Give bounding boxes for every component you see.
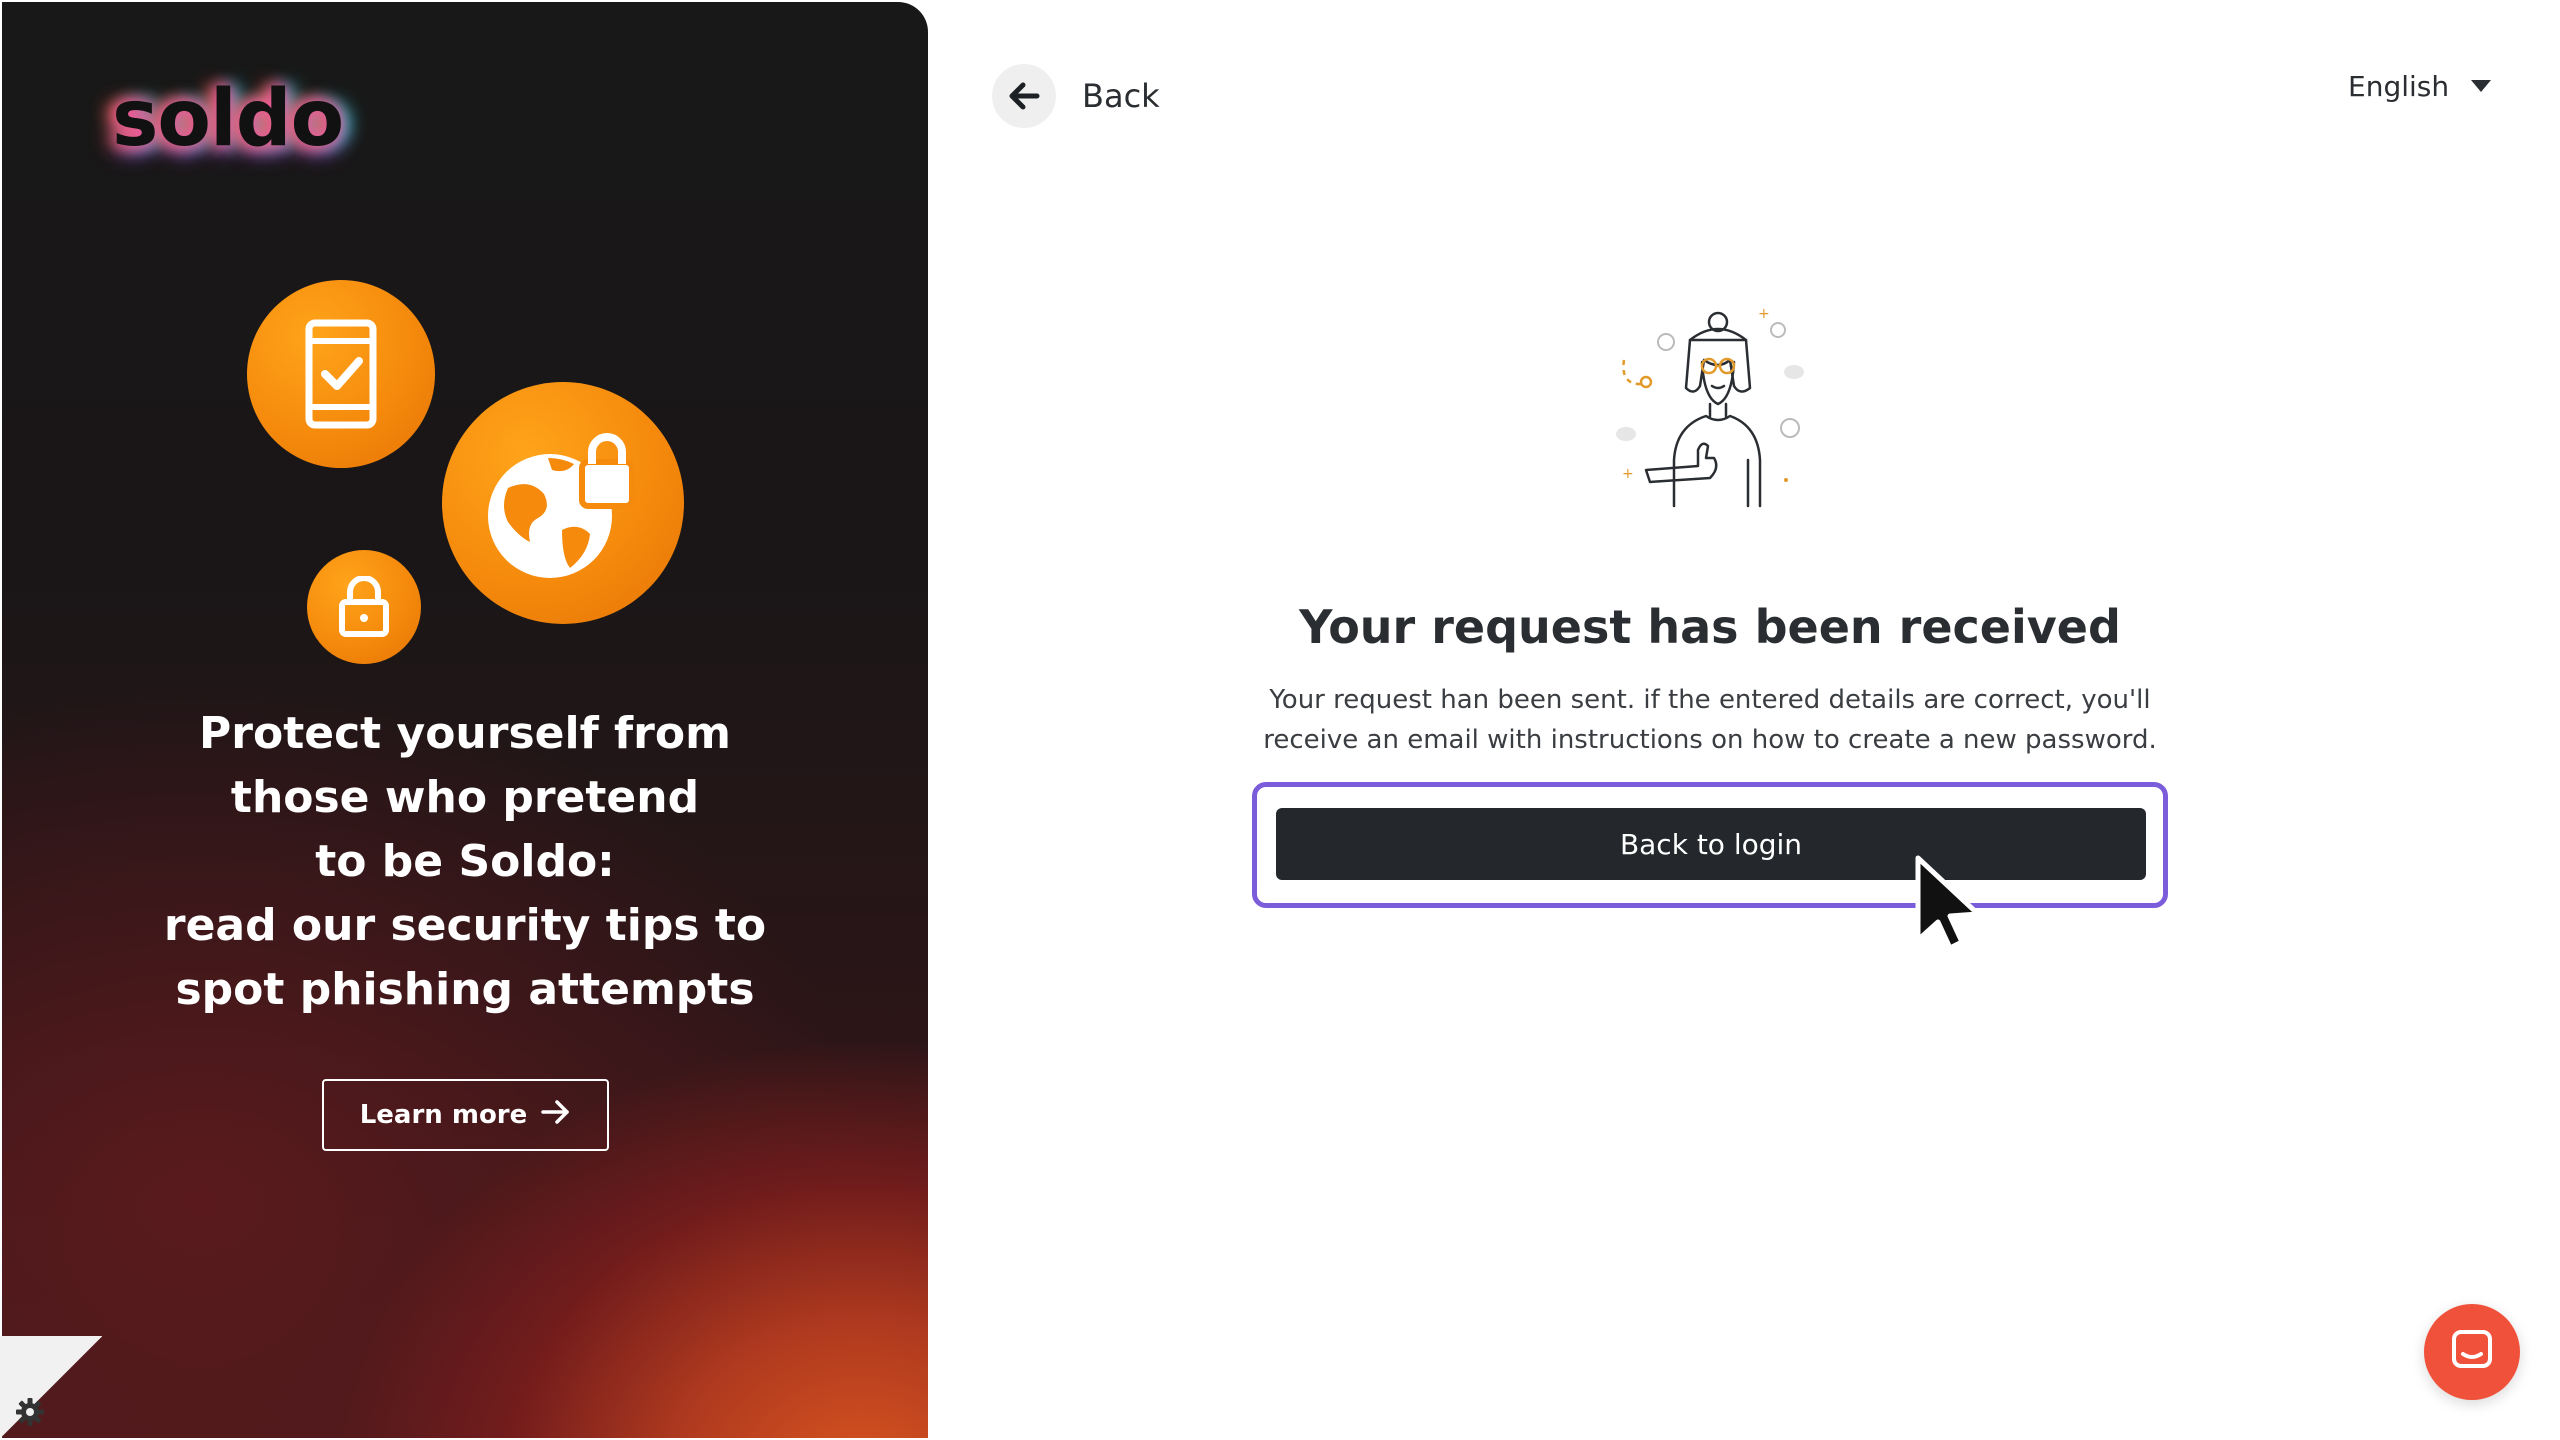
headline-line: to be Soldo: bbox=[315, 836, 615, 887]
language-select[interactable]: English bbox=[2348, 70, 2492, 103]
page-title: Your request has been received bbox=[1299, 600, 2121, 654]
arrow-right-icon bbox=[541, 1099, 571, 1132]
back-label: Back bbox=[1082, 77, 1160, 115]
chat-icon bbox=[2450, 1328, 2494, 1376]
promo-panel: soldo Protect yourself from those who pr… bbox=[2, 2, 928, 1438]
lock-icon bbox=[307, 550, 421, 664]
confirmation-description: Your request han been sent. if the enter… bbox=[1000, 680, 2420, 760]
caret-down-icon bbox=[2471, 77, 2492, 96]
phone-check-icon bbox=[247, 280, 435, 468]
back-to-login-button[interactable]: Back to login bbox=[1276, 808, 2146, 880]
headline-line: Protect yourself from bbox=[199, 708, 731, 759]
svg-text:+: + bbox=[1622, 466, 1634, 482]
arrow-left-icon bbox=[992, 64, 1056, 128]
language-selected: English bbox=[2348, 70, 2450, 103]
security-tips-headline: Protect yourself from those who pretend … bbox=[2, 702, 928, 1022]
learn-more-label: Learn more bbox=[359, 1100, 528, 1130]
globe-lock-icon bbox=[442, 382, 684, 624]
forgot-password-confirmation-page: soldo Protect yourself from those who pr… bbox=[0, 0, 2560, 1440]
svg-text:+: + bbox=[1758, 306, 1770, 322]
headline-line: read our security tips to bbox=[163, 900, 767, 951]
description-line: Your request han been sent. if the enter… bbox=[1269, 685, 2151, 715]
learn-more-button[interactable]: Learn more bbox=[322, 1079, 609, 1151]
description-line: receive an email with instructions on ho… bbox=[1263, 725, 2157, 755]
mouse-pointer-icon bbox=[1912, 852, 1992, 952]
person-thumbs-up-illustration: + + bbox=[1610, 300, 1810, 520]
headline-line: spot phishing attempts bbox=[175, 964, 755, 1015]
gear-icon[interactable] bbox=[10, 1392, 50, 1432]
headline-line: those who pretend bbox=[230, 772, 700, 823]
back-button[interactable]: Back bbox=[992, 64, 1160, 128]
chat-launcher-button[interactable] bbox=[2424, 1304, 2520, 1400]
soldo-logo: soldo bbox=[112, 74, 344, 164]
